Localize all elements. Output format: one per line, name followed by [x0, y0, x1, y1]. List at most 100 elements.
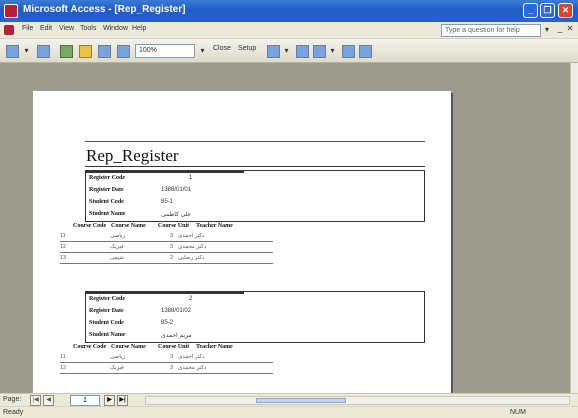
- last-page-button[interactable]: ▶|: [117, 395, 128, 406]
- register-code-label: Register Code: [89, 175, 126, 181]
- zoom-button[interactable]: [58, 43, 75, 59]
- page-label: Page:: [3, 396, 22, 403]
- detail-row: 13 شیمی 2 دکتر رضایی: [60, 255, 273, 265]
- detail-row: 11 ریاضی 3 دکتر احمدی: [60, 233, 273, 243]
- course-name-cell: ریاضی: [110, 354, 126, 360]
- close-preview-button[interactable]: Close: [213, 45, 231, 52]
- course-code-cell: 13: [60, 255, 67, 261]
- first-page-button[interactable]: |◀: [30, 395, 41, 406]
- student-code-label: Student Code: [89, 199, 124, 205]
- course-name-cell: ریاضی: [110, 233, 126, 239]
- status-area: Page: |◀ ◀ 1 ▶ ▶| Ready NUM: [0, 393, 578, 418]
- course-code-header: Course Code: [73, 223, 107, 229]
- help-dropdown-arrow[interactable]: ▾: [545, 25, 549, 34]
- page-navigation-bar: Page: |◀ ◀ 1 ▶ ▶|: [0, 393, 578, 406]
- printer-icon: [37, 45, 50, 58]
- record-bar: [85, 170, 244, 173]
- next-page-button[interactable]: ▶: [104, 395, 115, 406]
- course-code-header: Course Code: [73, 344, 107, 350]
- access-app-icon[interactable]: [4, 4, 18, 18]
- minimize-button[interactable]: _: [523, 3, 538, 18]
- one-page-icon: [79, 45, 92, 58]
- register-code-value: 1: [189, 175, 193, 181]
- register-code-value: 2: [189, 296, 193, 302]
- report-page[interactable]: Rep_Register Register Code 1 Register Da…: [33, 91, 451, 393]
- register-date-value: 1388/01/02: [161, 308, 192, 314]
- print-button[interactable]: [35, 43, 52, 59]
- document-icon[interactable]: [4, 25, 14, 35]
- design-view-icon: [6, 45, 19, 58]
- row-divider: [60, 241, 273, 242]
- zoom-dropdown-arrow[interactable]: ▾: [198, 43, 207, 59]
- toolbar-options-icon: [359, 45, 372, 58]
- course-unit-cell: 3: [170, 365, 174, 371]
- teacher-name-cell: دکتر احمدی: [178, 354, 205, 360]
- page-number-input[interactable]: 1: [70, 395, 100, 406]
- teacher-name-cell: دکتر محمدی: [178, 244, 207, 250]
- course-unit-cell: 3: [170, 244, 174, 250]
- new-object-dropdown-arrow[interactable]: ▾: [328, 43, 337, 59]
- office-links-button[interactable]: [266, 43, 281, 59]
- student-code-value: 85-2: [161, 320, 174, 326]
- close-button[interactable]: ✕: [558, 3, 573, 18]
- menu-window[interactable]: Window: [103, 25, 128, 32]
- status-text: Ready: [3, 409, 24, 416]
- course-code-cell: 12: [60, 365, 67, 371]
- status-bar: Ready NUM: [0, 406, 578, 418]
- two-pages-button[interactable]: [96, 43, 113, 59]
- new-object-icon: [313, 45, 326, 58]
- preview-workspace[interactable]: Rep_Register Register Code 1 Register Da…: [0, 63, 570, 393]
- office-links-dropdown-arrow[interactable]: ▾: [282, 43, 291, 59]
- student-name-value: علی کاظمی: [161, 212, 192, 218]
- view-button[interactable]: [4, 43, 21, 59]
- horizontal-scrollbar[interactable]: [145, 396, 570, 405]
- toolbar-options-button[interactable]: [358, 43, 373, 59]
- horizontal-scroll-thumb[interactable]: [256, 398, 346, 403]
- student-code-label: Student Code: [89, 320, 124, 326]
- view-dropdown-arrow[interactable]: ▾: [22, 43, 31, 59]
- teacher-name-cell: دکتر رضایی: [178, 255, 205, 261]
- teacher-name-header: Teacher Name: [196, 344, 233, 350]
- doc-close-button[interactable]: ✕: [565, 24, 575, 36]
- zoom-select[interactable]: 100%: [135, 44, 195, 58]
- register-date-value: 1388/01/01: [161, 187, 192, 193]
- restore-button[interactable]: ❐: [540, 3, 555, 18]
- register-date-label: Register Date: [89, 308, 124, 314]
- doc-minimize-button[interactable]: _: [555, 24, 565, 36]
- multiple-pages-button[interactable]: [115, 43, 132, 59]
- student-name-value: مریم احمدی: [161, 333, 192, 339]
- database-window-button[interactable]: [295, 43, 310, 59]
- previous-page-button[interactable]: ◀: [43, 395, 54, 406]
- course-code-cell: 11: [60, 354, 66, 360]
- one-page-button[interactable]: [77, 43, 94, 59]
- help-icon: [342, 45, 355, 58]
- row-divider: [60, 373, 273, 374]
- register-record: Register Code 2 Register Date 1388/01/02…: [85, 291, 425, 343]
- print-preview-toolbar: ▾ 100% ▾ Close Setup ▾ ▾: [0, 39, 578, 63]
- menu-tools[interactable]: Tools: [80, 25, 96, 32]
- title-underline: [85, 166, 425, 167]
- menu-view[interactable]: View: [59, 25, 74, 32]
- menu-edit[interactable]: Edit: [40, 25, 52, 32]
- office-links-icon: [267, 45, 280, 58]
- database-window-icon: [296, 45, 309, 58]
- menu-file[interactable]: File: [22, 25, 33, 32]
- report-title: Rep_Register: [86, 146, 179, 165]
- detail-row: 12 فیزیک 3 دکتر محمدی: [60, 244, 273, 254]
- course-name-cell: شیمی: [110, 255, 125, 261]
- course-unit-header: Course Unit: [158, 223, 190, 229]
- new-object-button[interactable]: [312, 43, 327, 59]
- course-unit-cell: 3: [170, 233, 174, 239]
- course-unit-cell: 2: [170, 255, 174, 261]
- help-question-box[interactable]: Type a question for help: [441, 24, 541, 37]
- row-divider: [60, 252, 273, 253]
- row-divider: [60, 362, 273, 363]
- two-pages-icon: [98, 45, 111, 58]
- student-name-label: Student Name: [89, 332, 126, 338]
- multiple-pages-icon: [117, 45, 130, 58]
- course-code-cell: 12: [60, 244, 67, 250]
- vertical-scrollbar[interactable]: [570, 63, 578, 393]
- help-button[interactable]: [341, 43, 356, 59]
- page-setup-button[interactable]: Setup: [238, 45, 256, 52]
- menu-help[interactable]: Help: [132, 25, 146, 32]
